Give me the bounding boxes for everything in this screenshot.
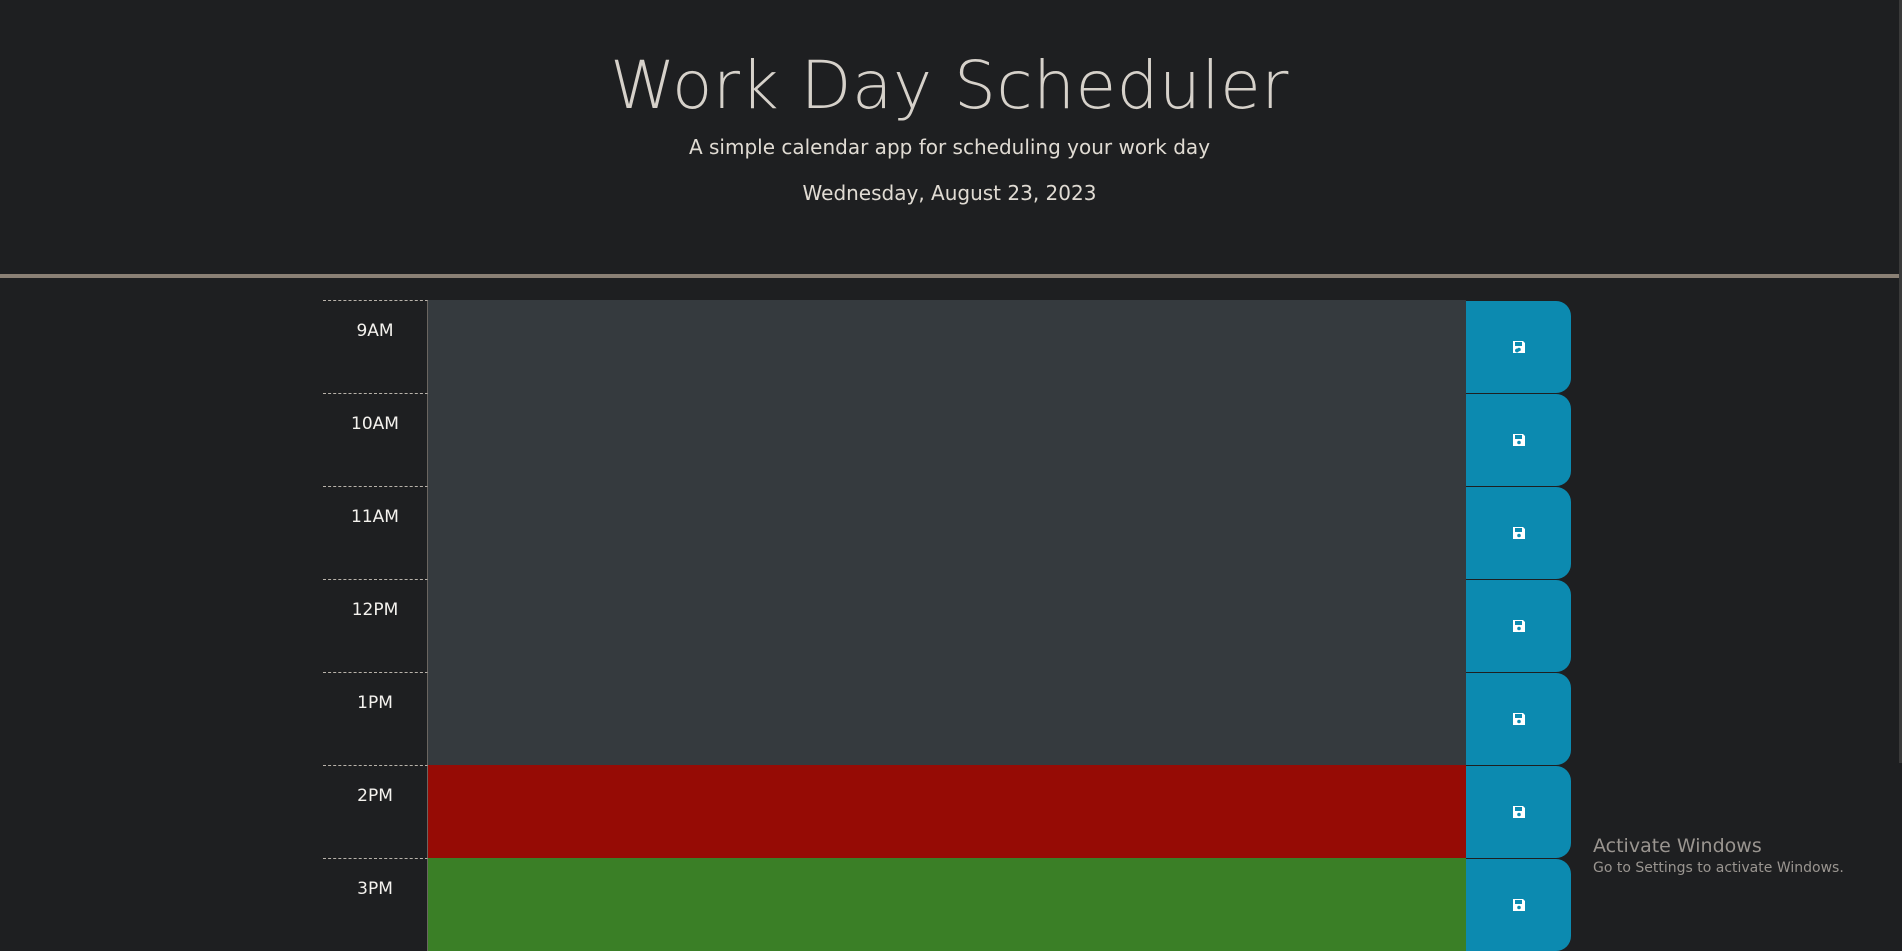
hour-label: 2PM: [323, 765, 428, 858]
save-icon: [1512, 713, 1525, 725]
save-button[interactable]: [1466, 673, 1571, 765]
time-block-row: 1PM: [323, 672, 1572, 765]
hour-label: 3PM: [323, 858, 428, 951]
event-description-input[interactable]: [428, 393, 1466, 486]
time-block-row: 12PM: [323, 579, 1572, 672]
save-button[interactable]: [1466, 487, 1571, 579]
event-description-input[interactable]: [428, 858, 1466, 951]
time-block-row: 10AM: [323, 393, 1572, 486]
page-subtitle: A simple calendar app for scheduling you…: [688, 135, 1211, 159]
save-icon: [1512, 341, 1525, 353]
page-title: Work Day Scheduler: [610, 47, 1289, 124]
event-description-input[interactable]: [428, 672, 1466, 765]
event-description-input[interactable]: [428, 579, 1466, 672]
event-description-input[interactable]: [428, 300, 1466, 393]
save-icon: [1512, 806, 1525, 818]
save-button[interactable]: [1466, 766, 1571, 858]
time-block-row: 2PM: [323, 765, 1572, 858]
hour-label: 11AM: [323, 486, 428, 579]
schedule-container: 9AM 10AM 11AM 12PM 1PM 2PM 3PM: [323, 300, 1572, 951]
event-description-input[interactable]: [428, 765, 1466, 858]
windows-activation-watermark: Activate Windows Go to Settings to activ…: [1593, 834, 1844, 878]
time-block-row: 11AM: [323, 486, 1572, 579]
save-button[interactable]: [1466, 580, 1571, 672]
save-button[interactable]: [1466, 394, 1571, 486]
header: Work Day Scheduler A simple calendar app…: [0, 0, 1899, 278]
watermark-title: Activate Windows: [1593, 835, 1762, 857]
hour-label: 9AM: [323, 300, 428, 393]
save-icon: [1512, 899, 1525, 911]
save-icon: [1512, 434, 1525, 446]
time-block-row: 3PM: [323, 858, 1572, 951]
save-icon: [1512, 620, 1525, 632]
hour-label: 1PM: [323, 672, 428, 765]
watermark-subtitle: Go to Settings to activate Windows.: [1593, 860, 1844, 876]
hour-label: 12PM: [323, 579, 428, 672]
event-description-input[interactable]: [428, 486, 1466, 579]
save-icon: [1512, 527, 1525, 539]
current-date: Wednesday, August 23, 2023: [802, 181, 1097, 205]
hour-label: 10AM: [323, 393, 428, 486]
save-button[interactable]: [1466, 859, 1571, 951]
time-block-row: 9AM: [323, 300, 1572, 393]
save-button[interactable]: [1466, 301, 1571, 393]
